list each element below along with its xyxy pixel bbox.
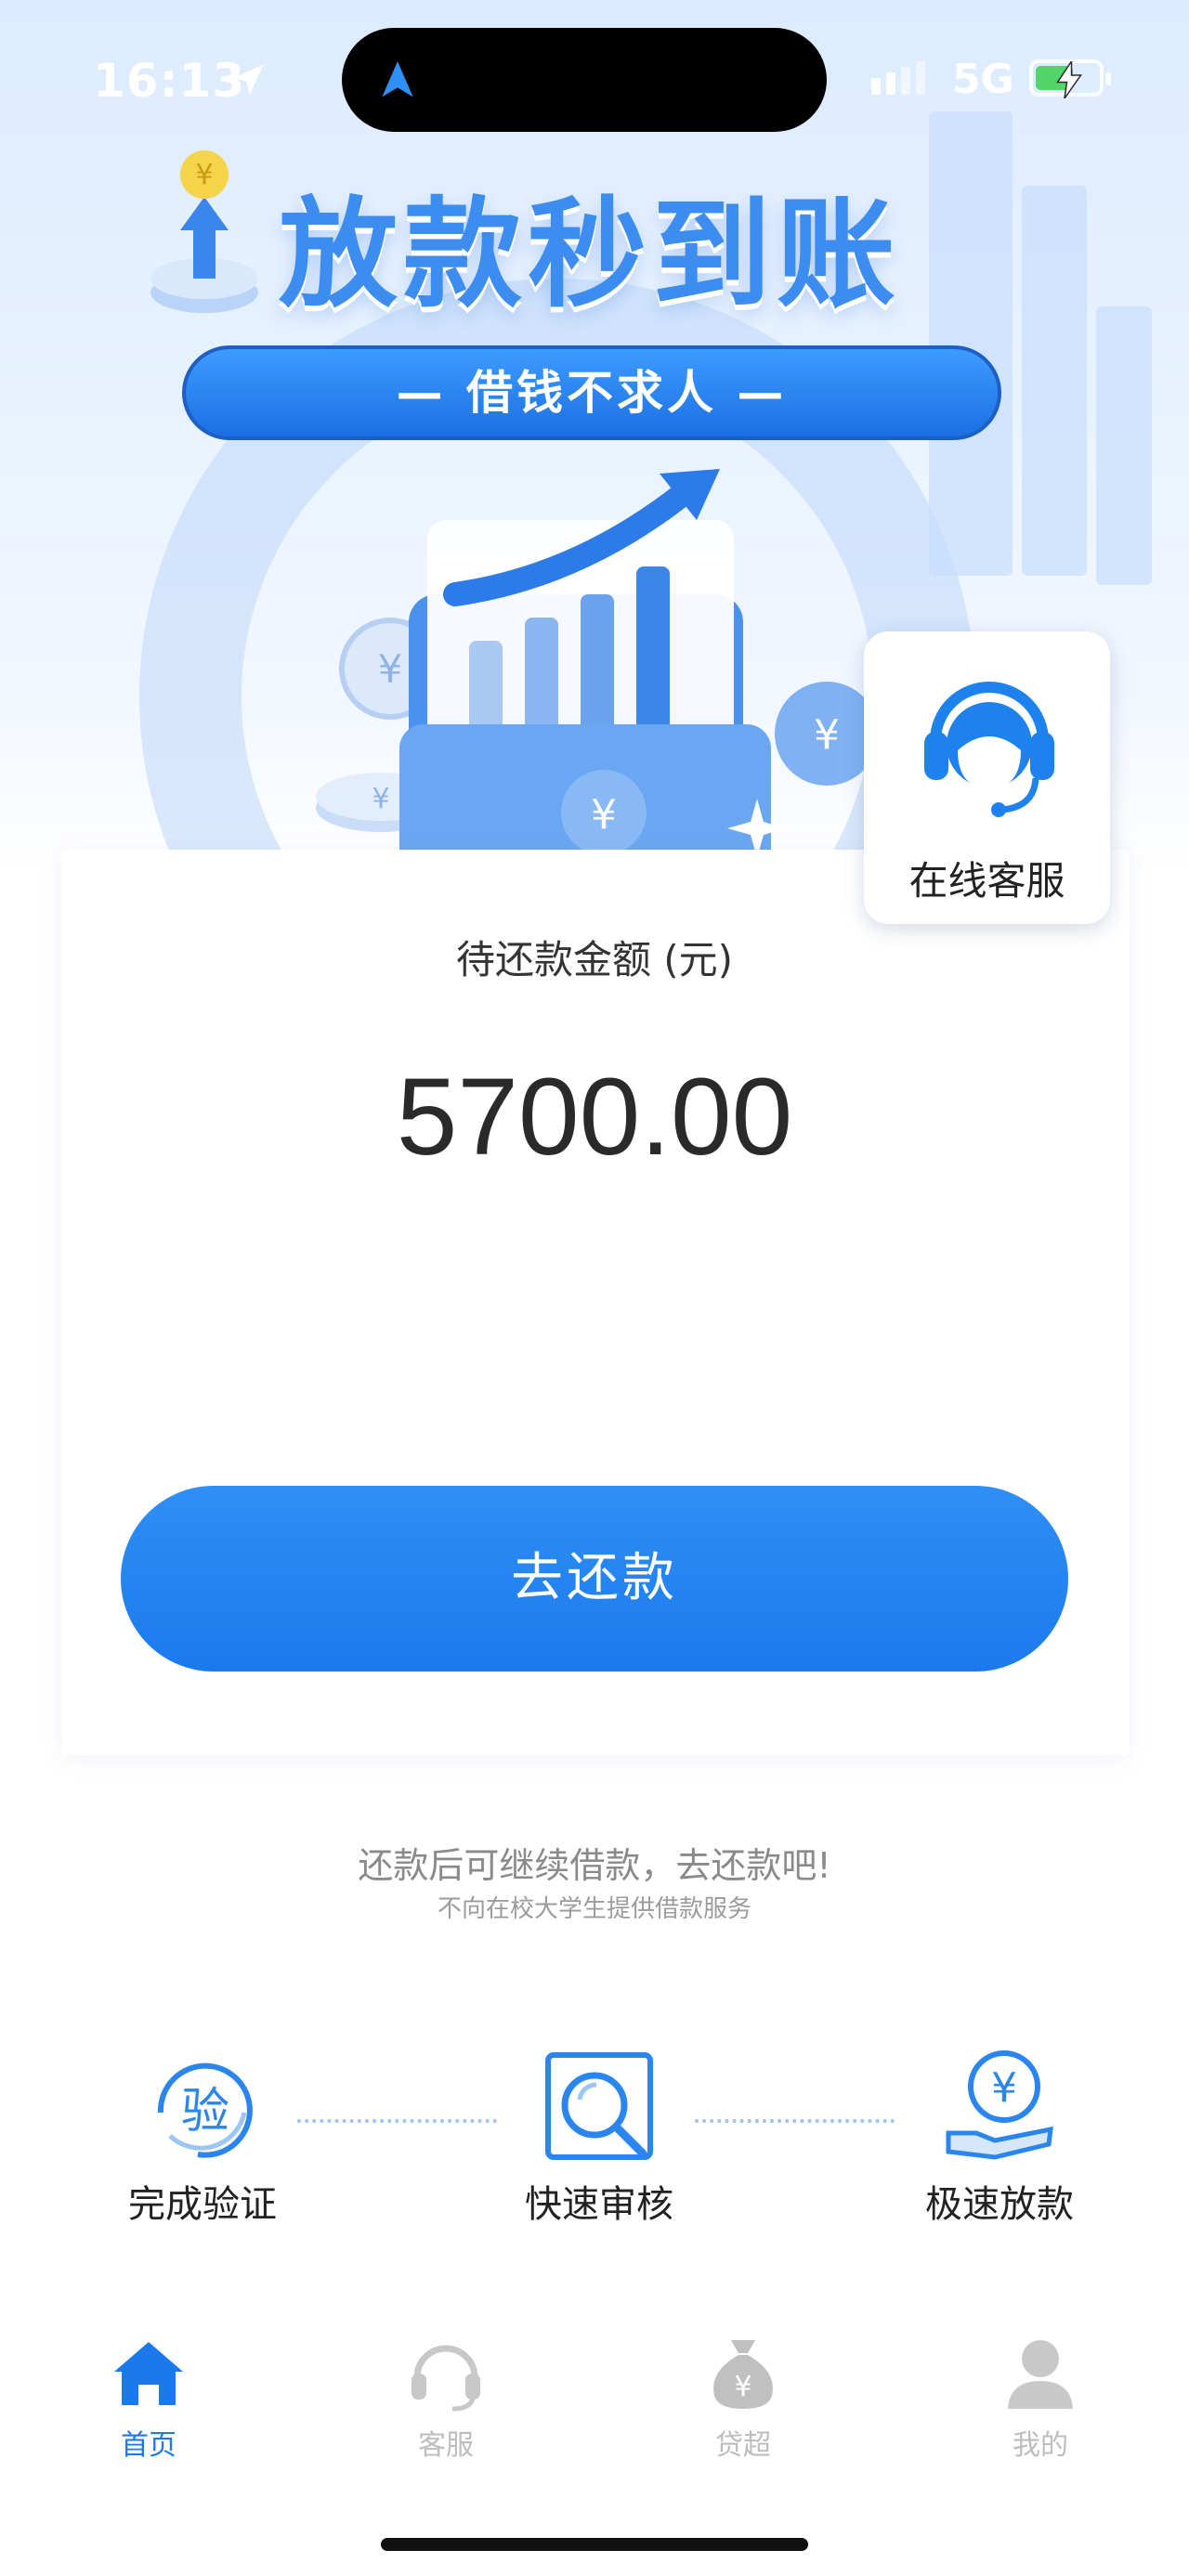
repay-button[interactable]: 去还款 <box>121 1486 1068 1672</box>
repayment-amount: 5700.00 <box>396 1056 793 1178</box>
tab-loan-market[interactable]: ¥ 贷超 <box>650 2331 836 2463</box>
verify-icon: 验 <box>157 2062 253 2158</box>
location-arrow-icon <box>232 64 264 96</box>
decor-building <box>1096 306 1152 585</box>
svg-text:¥: ¥ <box>591 791 617 839</box>
navigation-app-icon <box>382 61 413 98</box>
student-disclaimer: 不向在校大学生提供借款服务 <box>437 1895 751 1923</box>
step-verify: 验 完成验证 <box>100 2048 305 2228</box>
network-type: 5G <box>952 56 1014 103</box>
step-label: 快速审核 <box>525 2183 673 2226</box>
wallet-chart-illustration: ¥ ¥ ¥ ¥ <box>316 469 879 873</box>
battery-icon <box>1029 59 1111 98</box>
tab-label: 贷超 <box>715 2429 771 2462</box>
svg-text:¥: ¥ <box>814 711 840 759</box>
home-icon <box>114 2342 183 2405</box>
disburse-icon-glyph: ¥ <box>991 2064 1017 2112</box>
decor-building <box>1022 186 1087 576</box>
svg-text:¥: ¥ <box>734 2371 751 2403</box>
online-customer-service-button[interactable]: 在线客服 <box>864 631 1110 924</box>
disburse-hand-coin-icon: ¥ <box>946 2050 1053 2160</box>
repayment-amount-label: 待还款金额 (元) <box>455 937 734 982</box>
tab-label: 我的 <box>1013 2429 1068 2462</box>
hero-title: 放款秒到账 <box>279 186 902 324</box>
step-connector <box>695 2119 895 2123</box>
headset-icon <box>412 2345 480 2412</box>
coin-arrow-illustration: ¥ <box>150 150 258 313</box>
tab-customer-service[interactable]: 客服 <box>353 2331 539 2463</box>
repay-notice: 还款后可继续借款，去还款吧! <box>358 1845 831 1886</box>
status-bar: 16:13 5G <box>0 0 1189 158</box>
step-label: 极速放款 <box>925 2183 1074 2226</box>
review-magnifier-icon <box>545 2052 653 2160</box>
home-indicator[interactable] <box>381 2538 808 2551</box>
status-time: 16:13 <box>93 54 246 108</box>
money-bag-icon: ¥ <box>713 2340 773 2409</box>
step-review: 快速审核 <box>497 2048 701 2228</box>
step-label: 完成验证 <box>128 2183 277 2226</box>
svg-text:¥: ¥ <box>195 159 213 191</box>
cellular-signal-icon <box>871 61 925 95</box>
tab-label: 首页 <box>121 2429 176 2462</box>
verify-icon-glyph: 验 <box>181 2084 229 2140</box>
step-connector <box>297 2119 497 2123</box>
svg-text:¥: ¥ <box>372 783 389 815</box>
hero-slogan-banner: — 借钱不求人 — <box>182 345 1001 440</box>
decor-building <box>929 111 1013 576</box>
svg-text:¥: ¥ <box>378 646 403 692</box>
tab-profile[interactable]: 我的 <box>947 2331 1133 2463</box>
tab-home[interactable]: 首页 <box>56 2331 242 2463</box>
bottom-tab-bar: 首页 客服 ¥ 贷超 我的 <box>0 2331 1189 2517</box>
user-icon <box>1008 2340 1073 2409</box>
customer-service-agent-icon <box>924 682 1054 817</box>
dynamic-island <box>342 28 827 132</box>
step-disburse: ¥ 极速放款 <box>897 2048 1102 2228</box>
tab-label: 客服 <box>418 2429 474 2462</box>
online-customer-service-label: 在线客服 <box>908 858 1065 904</box>
